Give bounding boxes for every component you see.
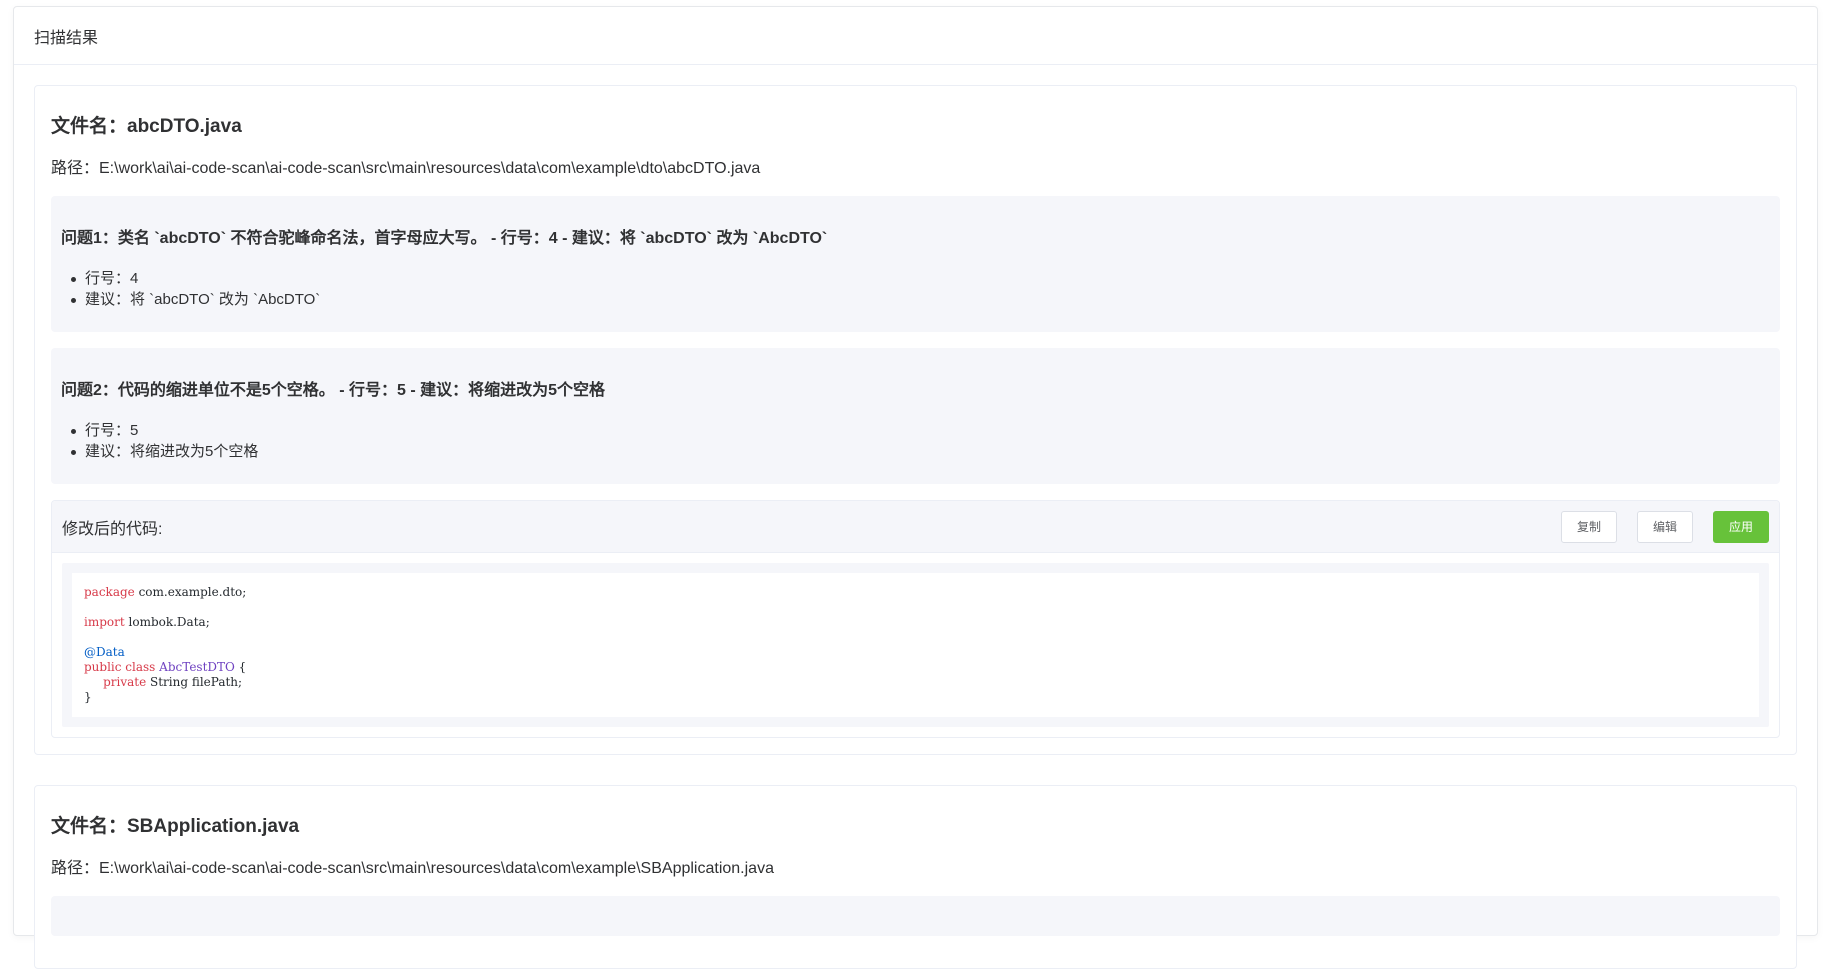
list-item: 行号：4	[71, 268, 1770, 289]
list-item: 建议：将缩进改为5个空格	[71, 441, 1770, 462]
file-card: 文件名：abcDTO.java 路径：E:\work\ai\ai-code-sc…	[34, 85, 1797, 755]
issue-detail-list: 行号：5 建议：将缩进改为5个空格	[61, 420, 1770, 462]
panel-header: 扫描结果	[14, 7, 1817, 65]
code-keyword: public class	[84, 660, 156, 674]
code-line: package com.example.dto;	[84, 585, 1747, 600]
code-actions: 复制 编辑 应用	[1560, 510, 1769, 543]
code-line: public class AbcTestDTO {	[84, 660, 1747, 675]
file-path: 路径：E:\work\ai\ai-code-scan\ai-code-scan\…	[51, 860, 774, 877]
scan-results-panel: 扫描结果 文件名：abcDTO.java 路径：E:\work\ai\ai-co…	[13, 6, 1818, 969]
code-keyword: private	[84, 675, 147, 689]
file-title: 文件名：abcDTO.java	[51, 116, 242, 137]
file-title: 文件名：SBApplication.java	[51, 816, 300, 837]
code-line: @Data	[84, 645, 1747, 660]
code-text: String filePath;	[146, 675, 243, 689]
code-line: private String filePath;	[84, 675, 1747, 690]
code-annotation: @Data	[84, 645, 125, 659]
issue-title: 问题1：类名 `abcDTO` 不符合驼峰命名法，首字母应大写。 - 行号：4 …	[61, 230, 828, 247]
copy-button[interactable]: 复制	[1560, 510, 1617, 543]
code-line: }	[84, 690, 1747, 705]
code-line: import lombok.Data;	[84, 615, 1747, 630]
code-keyword: package	[84, 585, 135, 599]
list-item: 建议：将 `abcDTO` 改为 `AbcDTO`	[71, 289, 1770, 310]
panel-body: 文件名：abcDTO.java 路径：E:\work\ai\ai-code-sc…	[14, 65, 1817, 969]
file-path: 路径：E:\work\ai\ai-code-scan\ai-code-scan\…	[51, 160, 761, 177]
code-header: 修改后的代码: 复制 编辑 应用	[52, 501, 1779, 553]
code-text: {	[234, 660, 247, 674]
code-block-wrapper: package com.example.dto; import lombok.Da…	[62, 563, 1769, 727]
modified-code-card: 修改后的代码: 复制 编辑 应用 package com.example.dto…	[51, 500, 1780, 738]
code-block: package com.example.dto; import lombok.Da…	[72, 573, 1759, 717]
panel-title: 扫描结果	[34, 29, 99, 47]
code-header-label: 修改后的代码:	[62, 520, 163, 538]
code-text: lombok.Data;	[124, 615, 210, 629]
issue-box: 问题1：类名 `abcDTO` 不符合驼峰命名法，首字母应大写。 - 行号：4 …	[51, 196, 1780, 332]
code-body: package com.example.dto; import lombok.Da…	[52, 553, 1779, 737]
code-keyword: import	[84, 615, 125, 629]
edit-button[interactable]: 编辑	[1636, 510, 1693, 543]
issue-box	[51, 896, 1780, 936]
list-item: 行号：5	[71, 420, 1770, 441]
file-card: 文件名：SBApplication.java 路径：E:\work\ai\ai-…	[34, 785, 1797, 969]
issue-title: 问题2：代码的缩进单位不是5个空格。 - 行号：5 - 建议：将缩进改为5个空格	[61, 382, 606, 399]
code-text: }	[84, 690, 92, 704]
apply-button[interactable]: 应用	[1712, 510, 1769, 543]
issue-detail-list: 行号：4 建议：将 `abcDTO` 改为 `AbcDTO`	[61, 268, 1770, 310]
issue-box: 问题2：代码的缩进单位不是5个空格。 - 行号：5 - 建议：将缩进改为5个空格…	[51, 348, 1780, 484]
code-class-name: AbcTestDTO	[159, 660, 235, 674]
code-text: com.example.dto;	[134, 585, 247, 599]
